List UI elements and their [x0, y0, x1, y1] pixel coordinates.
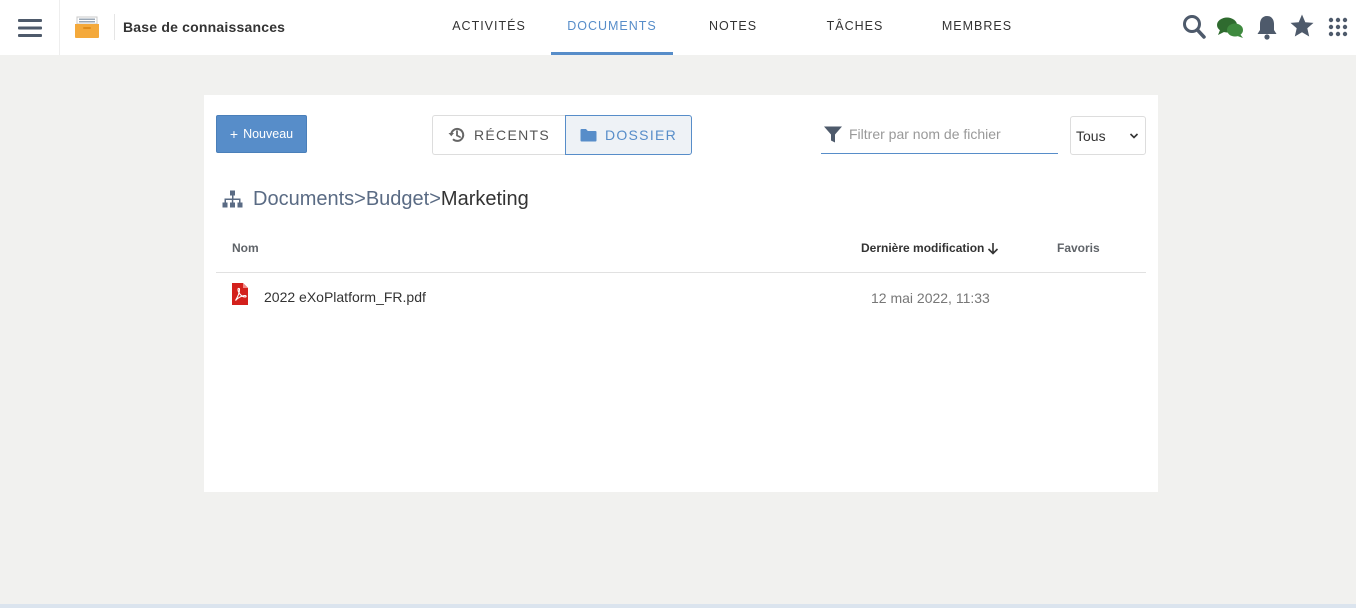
search-icon[interactable]: [1182, 14, 1206, 45]
pdf-file-icon: [232, 283, 248, 305]
bottom-edge: [0, 604, 1356, 608]
column-header-name[interactable]: Nom: [232, 241, 259, 255]
tab-taches[interactable]: TÂCHES: [795, 0, 915, 55]
new-button[interactable]: + Nouveau: [216, 115, 307, 153]
filter-input[interactable]: [849, 126, 1049, 142]
column-header-modified-label: Dernière modification: [861, 241, 985, 255]
folder-icon[interactable]: [74, 14, 100, 40]
view-folder-button[interactable]: DOSSIER: [565, 115, 692, 155]
apps-grid-icon[interactable]: [1328, 17, 1348, 42]
tab-activites[interactable]: ACTIVITÉS: [429, 0, 549, 55]
file-name[interactable]: 2022 eXoPlatform_FR.pdf: [264, 289, 426, 305]
view-recent-button[interactable]: RÉCENTS: [432, 115, 565, 155]
owner-filter-select[interactable]: Tous: [1070, 116, 1146, 155]
breadcrumb-item-budget[interactable]: Budget: [366, 188, 429, 211]
owner-filter-value: Tous: [1076, 127, 1106, 144]
bell-icon[interactable]: [1256, 14, 1278, 45]
arrow-down-icon: [988, 242, 999, 255]
history-icon: [448, 127, 465, 142]
breadcrumb-current: Marketing: [440, 187, 529, 210]
filter-field: [821, 115, 1058, 154]
folder-icon: [580, 129, 597, 142]
plus-icon: +: [229, 126, 239, 142]
star-icon[interactable]: [1289, 13, 1315, 44]
column-header-favorites: Favoris: [1057, 241, 1100, 255]
table-row[interactable]: 2022 eXoPlatform_FR.pdf 12 mai 2022, 11:…: [216, 273, 1146, 315]
space-title: Base de connaissances: [123, 19, 286, 35]
tree-icon: [222, 190, 243, 208]
view-toggle: RÉCENTS DOSSIER: [432, 115, 692, 155]
breadcrumb: Documents > Budget > Marketing: [222, 187, 529, 211]
chevron-down-icon: [1129, 132, 1139, 139]
breadcrumb-separator: >: [354, 187, 366, 210]
tab-documents[interactable]: DOCUMENTS: [551, 0, 673, 55]
header-divider: [114, 14, 115, 40]
tab-membres[interactable]: MEMBRES: [917, 0, 1037, 55]
chat-icon[interactable]: [1216, 16, 1244, 45]
view-folder-label: DOSSIER: [604, 127, 678, 143]
filter-icon: [824, 126, 842, 142]
breadcrumb-separator: >: [429, 187, 441, 210]
breadcrumb-item-documents[interactable]: Documents: [253, 188, 354, 211]
view-recent-label: RÉCENTS: [474, 127, 550, 143]
documents-panel: + Nouveau RÉCENTS DOSSIER Tous: [204, 95, 1158, 492]
file-modified-date: 12 mai 2022, 11:33: [871, 290, 990, 306]
tab-notes[interactable]: NOTES: [673, 0, 793, 55]
top-navigation-bar: Base de connaissances ACTIVITÉS DOCUMENT…: [0, 0, 1356, 55]
new-button-label: Nouveau: [243, 127, 294, 141]
column-header-modified[interactable]: Dernière modification: [861, 241, 999, 255]
menu-icon[interactable]: [0, 0, 60, 55]
